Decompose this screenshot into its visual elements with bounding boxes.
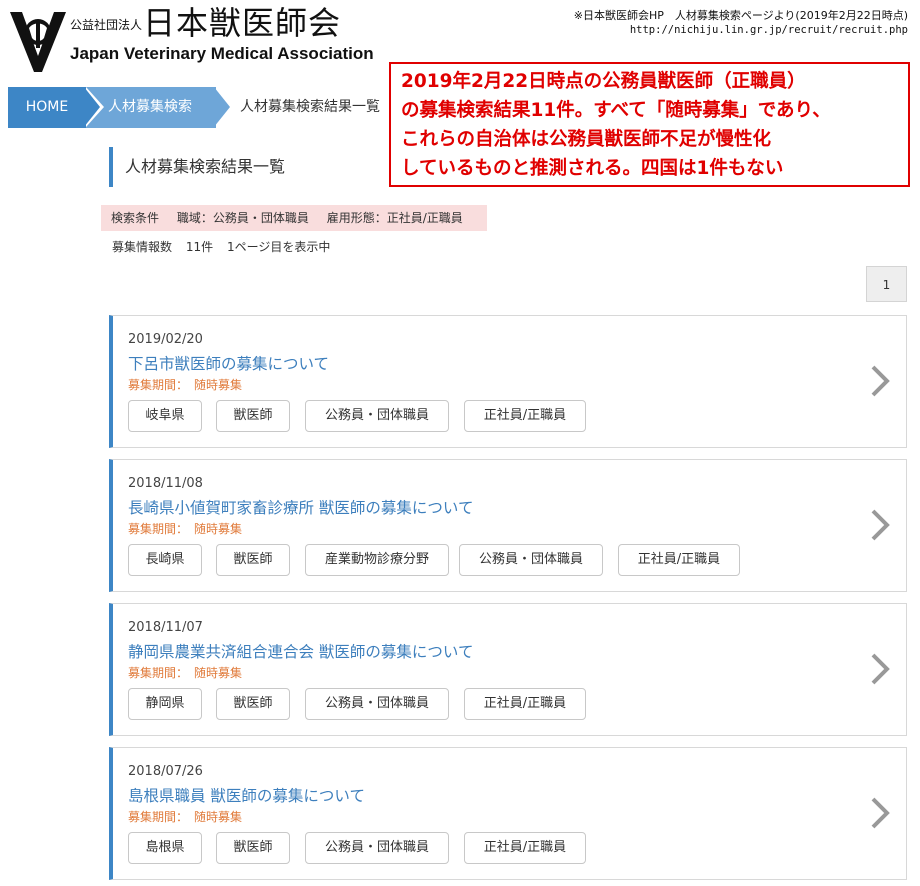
jvma-logo-icon[interactable] — [8, 8, 68, 74]
breadcrumb-current: 人材募集検索結果一覧 — [240, 99, 380, 115]
tag-occupation[interactable]: 獣医師 — [216, 832, 290, 864]
tag-employment[interactable]: 正社員/正職員 — [464, 400, 586, 432]
search-conditions: 検索条件 職域：公務員・団体職員 雇用形態：正社員/正職員 — [101, 205, 487, 231]
annotation-line: これらの自治体は公務員獣医師不足が慢性化 — [401, 129, 772, 150]
breadcrumb-arrow — [84, 87, 100, 127]
result-count-value: 11件 — [185, 240, 214, 254]
org-type-label: 公益社団法人 — [70, 18, 143, 32]
job-period-label: 募集期間： — [128, 810, 189, 824]
job-date: 2018/11/08 — [128, 476, 203, 491]
tag-specialty[interactable]: 産業動物診療分野 — [305, 544, 449, 576]
job-title-link[interactable]: 静岡県農業共済組合連合会 獣医師の募集について — [128, 640, 473, 662]
job-title-link[interactable]: 島根県職員 獣医師の募集について — [128, 784, 365, 806]
source-note: ※日本獣医師会HP 人材募集検索ページより(2019年2月22日時点) http… — [574, 8, 908, 38]
result-count: 募集情報数 11件 1ページ目を表示中 — [112, 238, 340, 255]
job-card[interactable]: 2018/11/08 長崎県小値賀町家畜診療所 獣医師の募集について 募集期間：… — [109, 459, 907, 592]
job-date: 2018/11/07 — [128, 620, 203, 635]
job-card[interactable]: 2018/11/07 静岡県農業共済組合連合会 獣医師の募集について 募集期間：… — [109, 603, 907, 736]
tag-prefecture[interactable]: 静岡県 — [128, 688, 202, 720]
result-count-label: 募集情報数 — [112, 240, 173, 254]
job-card[interactable]: 2019/02/20 下呂市獣医師の募集について 募集期間： 随時募集 岐阜県 獣… — [109, 315, 907, 448]
job-title-link[interactable]: 下呂市獣医師の募集について — [128, 352, 329, 374]
chevron-right-icon[interactable] — [868, 363, 892, 399]
result-page-info: 1ページ目を表示中 — [226, 240, 331, 254]
job-period-value: 随時募集 — [194, 378, 243, 392]
tag-prefecture[interactable]: 長崎県 — [128, 544, 202, 576]
tag-prefecture[interactable]: 島根県 — [128, 832, 202, 864]
source-url: http://nichiju.lin.gr.jp/recruit/recruit… — [629, 24, 908, 36]
annotation-callout: 2019年2月22日時点の公務員獣医師（正職員） の募集検索結果11件。すべて「… — [389, 62, 910, 187]
job-period-label: 募集期間： — [128, 378, 189, 392]
pagination-page-1[interactable]: 1 — [866, 266, 907, 302]
tag-field[interactable]: 公務員・団体職員 — [459, 544, 603, 576]
conditions-employment: 雇用形態：正社員/正職員 — [326, 211, 463, 225]
job-period: 募集期間： 随時募集 — [128, 376, 248, 393]
tag-employment[interactable]: 正社員/正職員 — [618, 544, 740, 576]
breadcrumb-home[interactable]: HOME — [8, 87, 86, 128]
tag-occupation[interactable]: 獣医師 — [216, 544, 290, 576]
job-period: 募集期間： 随時募集 — [128, 808, 248, 825]
tag-field[interactable]: 公務員・団体職員 — [305, 400, 449, 432]
job-period-value: 随時募集 — [194, 666, 243, 680]
page-title: 人材募集検索結果一覧 — [109, 147, 409, 187]
annotation-line: の募集検索結果11件。すべて「随時募集」であり、 — [401, 100, 831, 121]
breadcrumb-recruit-search[interactable]: 人材募集検索 — [86, 87, 216, 128]
org-name-english: Japan Veterinary Medical Association — [70, 44, 374, 63]
annotation-line: 2019年2月22日時点の公務員獣医師（正職員） — [401, 71, 806, 92]
tag-prefecture[interactable]: 岐阜県 — [128, 400, 202, 432]
job-period-label: 募集期間： — [128, 666, 189, 680]
job-period-value: 随時募集 — [194, 522, 243, 536]
chevron-right-icon[interactable] — [868, 507, 892, 543]
tag-employment[interactable]: 正社員/正職員 — [464, 832, 586, 864]
tag-field[interactable]: 公務員・団体職員 — [305, 832, 449, 864]
source-note-text: ※日本獣医師会HP 人材募集検索ページより(2019年2月22日時点) — [573, 9, 908, 22]
job-date: 2018/07/26 — [128, 764, 203, 779]
job-period: 募集期間： 随時募集 — [128, 664, 248, 681]
annotation-line: しているものと推測される。四国は1件もない — [401, 158, 784, 179]
tag-occupation[interactable]: 獣医師 — [216, 400, 290, 432]
tag-field[interactable]: 公務員・団体職員 — [305, 688, 449, 720]
job-card[interactable]: 2018/07/26 島根県職員 獣医師の募集について 募集期間： 随時募集 島根… — [109, 747, 907, 880]
tag-employment[interactable]: 正社員/正職員 — [464, 688, 586, 720]
chevron-right-icon[interactable] — [868, 795, 892, 831]
job-date: 2019/02/20 — [128, 332, 203, 347]
org-name-logo[interactable]: 日本獣医師会 — [143, 4, 341, 42]
job-period-label: 募集期間： — [128, 522, 189, 536]
conditions-field: 職域：公務員・団体職員 — [176, 211, 309, 225]
chevron-right-icon[interactable] — [868, 651, 892, 687]
job-title-link[interactable]: 長崎県小値賀町家畜診療所 獣医師の募集について — [128, 496, 473, 518]
tag-occupation[interactable]: 獣医師 — [216, 688, 290, 720]
job-period: 募集期間： 随時募集 — [128, 520, 248, 537]
job-period-value: 随時募集 — [194, 810, 243, 824]
conditions-label: 検索条件 — [111, 211, 160, 225]
